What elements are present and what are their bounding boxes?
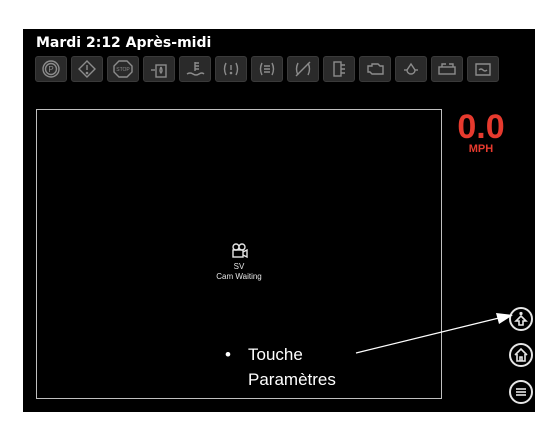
callout-text-line2: Paramètres bbox=[248, 370, 336, 389]
callout-bullet: • bbox=[225, 345, 231, 364]
callout-text-line1: Touche bbox=[248, 345, 303, 364]
